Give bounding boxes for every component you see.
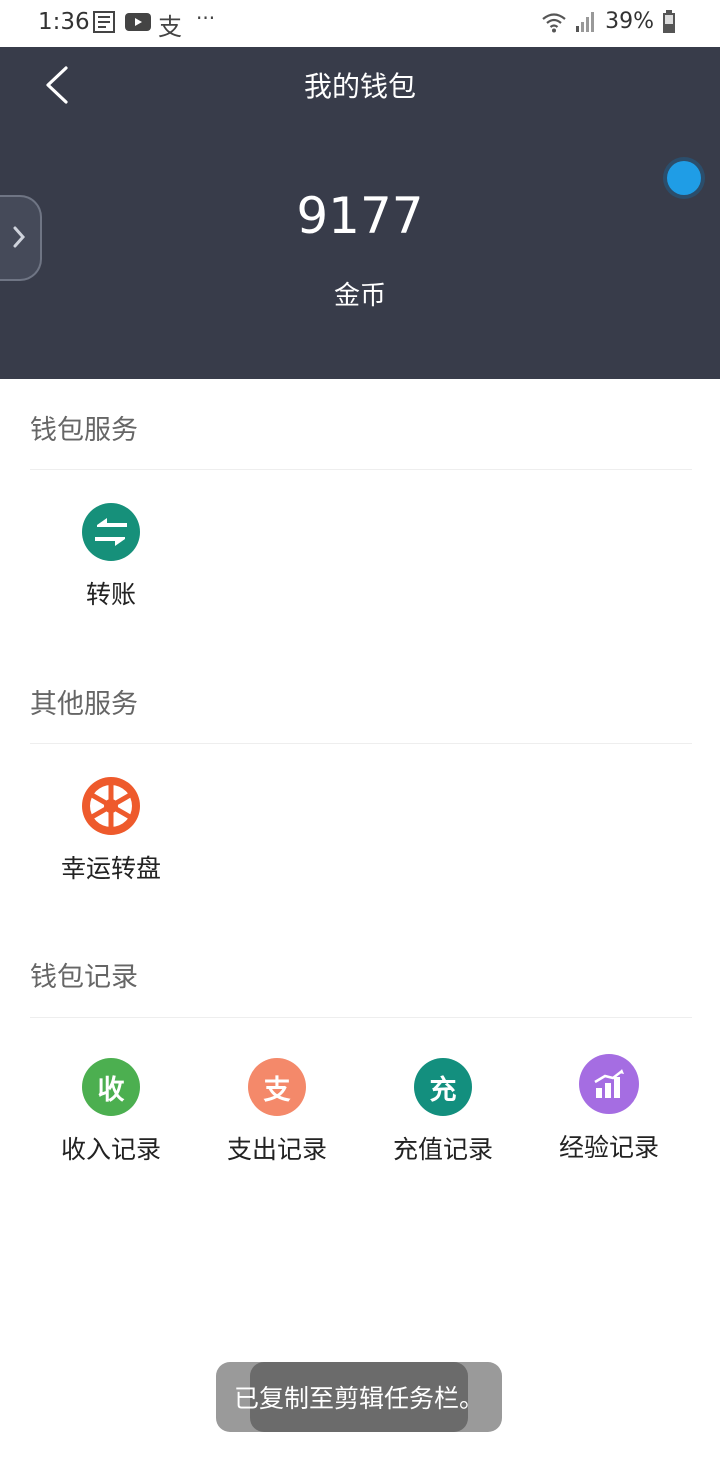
expense-glyph: 支 bbox=[263, 1074, 291, 1106]
page-title: 我的钱包 bbox=[303, 70, 416, 103]
expense-records-button[interactable]: 支 支出记录 bbox=[202, 1058, 352, 1166]
lucky-wheel-icon bbox=[82, 777, 140, 835]
section-title-wallet-services: 钱包服务 bbox=[30, 415, 138, 446]
recharge-records-button[interactable]: 充 充值记录 bbox=[368, 1058, 518, 1166]
battery-percent: 39% bbox=[605, 9, 654, 34]
news-icon bbox=[93, 11, 115, 33]
coin-unit-label: 金币 bbox=[333, 281, 386, 311]
section-title-other-services: 其他服务 bbox=[30, 689, 138, 720]
coin-balance: 9177 bbox=[296, 187, 424, 245]
divider bbox=[30, 469, 692, 470]
income-records-button[interactable]: 收 收入记录 bbox=[36, 1058, 186, 1166]
wifi-icon bbox=[542, 12, 566, 32]
more-dots-icon: ··· bbox=[196, 6, 216, 30]
alipay-icon: 支 bbox=[158, 13, 182, 41]
floating-assistant-button[interactable] bbox=[667, 161, 701, 195]
divider bbox=[30, 743, 692, 744]
experience-records-button[interactable]: 经验记录 bbox=[534, 1054, 684, 1164]
income-glyph: 收 bbox=[97, 1074, 125, 1106]
side-drawer-handle[interactable] bbox=[0, 195, 42, 281]
experience-records-label: 经验记录 bbox=[558, 1133, 659, 1162]
status-time: 1:36 bbox=[38, 9, 90, 35]
expense-icon: 支 bbox=[248, 1058, 306, 1116]
copied-toast: 已复制至剪辑任务栏。 bbox=[216, 1362, 502, 1432]
lucky-wheel-label: 幸运转盘 bbox=[60, 854, 161, 883]
signal-icon bbox=[576, 11, 595, 32]
transfer-button[interactable]: 转账 bbox=[36, 503, 186, 611]
divider bbox=[30, 1017, 692, 1018]
recharge-glyph: 充 bbox=[429, 1074, 457, 1106]
status-bar: 1:36 支 ··· 39% bbox=[0, 0, 720, 47]
chevron-right-icon bbox=[13, 226, 26, 248]
toast-text: 已复制至剪辑任务栏。 bbox=[233, 1384, 484, 1413]
section-title-wallet-records: 钱包记录 bbox=[30, 962, 138, 993]
youtube-icon bbox=[125, 13, 151, 31]
transfer-label: 转账 bbox=[85, 580, 136, 609]
recharge-icon: 充 bbox=[414, 1058, 472, 1116]
expense-records-label: 支出记录 bbox=[226, 1135, 327, 1164]
lucky-wheel-button[interactable]: 幸运转盘 bbox=[36, 777, 186, 885]
battery-icon bbox=[663, 9, 675, 33]
transfer-icon bbox=[82, 503, 140, 561]
experience-chart-icon bbox=[579, 1054, 639, 1114]
income-icon: 收 bbox=[82, 1058, 140, 1116]
wallet-header: 我的钱包 9177 金币 bbox=[0, 47, 720, 379]
recharge-records-label: 充值记录 bbox=[392, 1135, 493, 1164]
income-records-label: 收入记录 bbox=[60, 1135, 161, 1164]
